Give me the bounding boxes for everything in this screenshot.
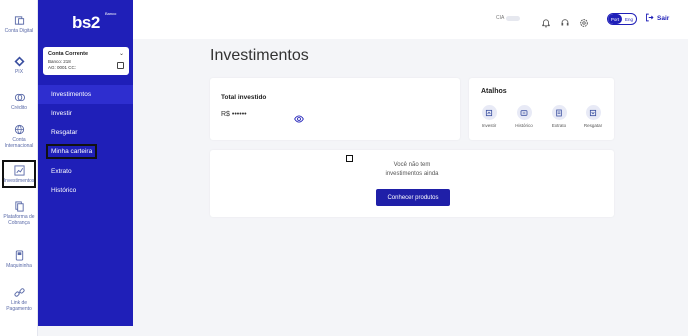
empty-line-1: Você não tem [393, 162, 431, 168]
discover-products-button[interactable]: Conhecer produtos [376, 189, 450, 206]
logo-subtitle: Banco [105, 11, 117, 16]
top-bar: CIA Port Eng Sair [133, 0, 688, 39]
sidebar-item-label: Investir [51, 110, 72, 117]
lang-eng[interactable]: Eng [622, 14, 636, 24]
sidebar-item-resgatar[interactable]: Resgatar [38, 123, 133, 142]
sidebar-item-label: Extrato [51, 168, 72, 175]
account-agency: AG: 0001 CC: [48, 65, 77, 70]
rail-conta-internacional[interactable]: Conta Internacional [2, 123, 36, 149]
total-value: R$ •••••• [221, 111, 247, 118]
rail-label: PIX [14, 69, 24, 75]
language-toggle[interactable]: Port Eng [607, 13, 637, 25]
sidebar-item-label: Investimentos [51, 91, 92, 98]
credit-icon [13, 91, 25, 103]
shortcut-label: Resgatar [583, 123, 603, 128]
rail-maquininha[interactable]: Maquininha [2, 249, 36, 269]
history-icon [516, 105, 532, 120]
shortcut-label: Extrato [551, 123, 567, 128]
rail-label: Link de Pagamento [6, 300, 32, 312]
empty-state-card: Você não tem investimentos ainda Conhece… [210, 150, 614, 217]
eye-icon[interactable] [294, 110, 304, 123]
search-toggle[interactable]: CIA [496, 15, 521, 21]
shortcut-label: Histórico [515, 123, 533, 128]
sidebar: bs2 Banco Conta Corrente Banco: 218 AG: … [38, 0, 133, 326]
shortcut-resgatar[interactable]: Resgatar [579, 105, 607, 128]
gear-icon[interactable] [579, 15, 589, 27]
sidebar-item-label: Histórico [51, 187, 77, 194]
bs2-logo: bs2 [72, 13, 100, 32]
headset-icon[interactable] [560, 15, 570, 26]
chevron-down-icon[interactable]: ⌄ [119, 50, 124, 57]
search-label: CIA [496, 15, 505, 21]
logout-button[interactable]: Sair [645, 13, 669, 24]
search-pill [506, 15, 521, 21]
sidebar-item-label: Minha carteira [46, 144, 98, 159]
rail-credito[interactable]: Crédito [2, 91, 36, 111]
globe-icon [13, 123, 25, 135]
rail-label: Plataforma de Cobrança [3, 214, 35, 226]
icon-rail: Conta Digital PIX Crédito Conta Internac… [0, 0, 38, 336]
rail-label: Maquininha [6, 263, 32, 269]
billing-icon [13, 200, 25, 212]
sidebar-item-investir[interactable]: Investir [38, 104, 133, 123]
logout-label: Sair [657, 15, 670, 22]
rail-label: Crédito [10, 105, 28, 111]
page-title: Investimentos [210, 47, 309, 64]
rail-label: Conta Internacional [4, 137, 34, 149]
rail-link-pagamento[interactable]: Link de Pagamento [2, 286, 36, 312]
total-invested-card: Total investido R$ •••••• [210, 78, 460, 140]
shortcuts-title: Atalhos [481, 88, 507, 95]
shortcut-historico[interactable]: Histórico [510, 105, 538, 128]
shortcuts-card: Atalhos Investir Histórico Extrato Resga… [469, 78, 614, 140]
sidebar-item-label: Resgatar [51, 129, 78, 136]
sidebar-item-minha-carteira[interactable]: Minha carteira [38, 142, 133, 161]
shortcut-extrato[interactable]: Extrato [545, 105, 573, 128]
card-machine-icon [13, 249, 25, 261]
shortcut-label: Investir [481, 123, 497, 128]
rail-plataforma-cobranca[interactable]: Plataforma de Cobrança [2, 200, 36, 226]
account-selector[interactable]: Conta Corrente Banco: 218 AG: 0001 CC: ⌄ [43, 47, 129, 75]
account-bank: Banco: 218 [48, 59, 71, 64]
rail-conta-digital[interactable]: Conta Digital [2, 14, 36, 34]
bell-icon[interactable] [541, 15, 551, 28]
lang-port[interactable]: Port [608, 14, 622, 24]
logout-icon [645, 13, 654, 24]
sidebar-item-investimentos[interactable]: Investimentos [38, 85, 133, 104]
link-icon [13, 286, 25, 298]
rail-label: Investimentos [3, 178, 35, 184]
withdraw-icon [585, 105, 601, 120]
bank-icon [13, 14, 25, 26]
empty-state-text: Você não tem investimentos ainda [210, 161, 614, 179]
copy-icon[interactable] [117, 62, 124, 69]
statement-icon [551, 105, 567, 120]
rail-pix[interactable]: PIX [2, 55, 36, 75]
rail-label: Conta Digital [4, 28, 34, 34]
sidebar-item-extrato[interactable]: Extrato [38, 162, 133, 181]
chart-icon [13, 164, 25, 176]
sidebar-item-historico[interactable]: Histórico [38, 181, 133, 200]
total-label: Total investido [221, 94, 267, 101]
shortcut-investir[interactable]: Investir [475, 105, 503, 128]
rail-investimentos[interactable]: Investimentos [2, 160, 36, 188]
empty-line-2: investimentos ainda [385, 171, 439, 177]
invest-icon [481, 105, 497, 120]
pix-icon [13, 55, 25, 67]
account-title: Conta Corrente [48, 51, 89, 57]
